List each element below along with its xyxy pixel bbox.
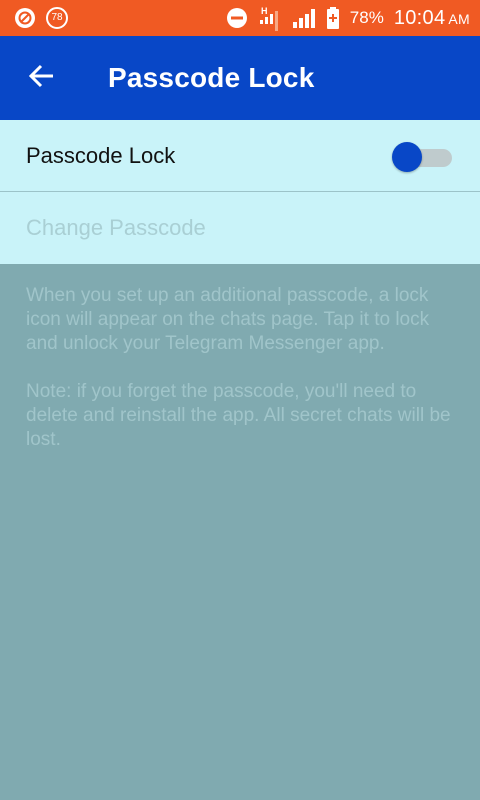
settings-list: Passcode Lock Change Passcode bbox=[0, 120, 480, 264]
status-bar-left: 78 bbox=[14, 7, 68, 29]
passcode-info: When you set up an additional passcode, … bbox=[26, 284, 456, 476]
shield-icon bbox=[14, 7, 36, 29]
clock: 10:04 AM bbox=[394, 7, 470, 30]
battery-icon bbox=[326, 7, 340, 29]
battery-percent: 78% bbox=[349, 8, 384, 27]
do-not-disturb-icon bbox=[226, 7, 248, 29]
status-bar: 78 H 78% 10:04 AM bbox=[0, 0, 480, 36]
clock-time: 10:04 bbox=[393, 6, 446, 29]
arrow-left-icon bbox=[28, 62, 56, 95]
passcode-lock-row[interactable]: Passcode Lock bbox=[0, 120, 480, 192]
status-bar-right: H 78% 10:04 AM bbox=[226, 5, 470, 31]
info-paragraph-1: When you set up an additional passcode, … bbox=[26, 285, 430, 354]
passcode-lock-label: Passcode Lock bbox=[26, 142, 176, 168]
toggle-thumb bbox=[392, 141, 422, 172]
clock-ampm: AM bbox=[448, 10, 470, 27]
info-paragraph-2: Note: if you forget the passcode, you'll… bbox=[26, 381, 451, 450]
notification-count-badge: 78 bbox=[46, 7, 68, 29]
change-passcode-label: Change Passcode bbox=[26, 215, 206, 240]
page-title: Passcode Lock bbox=[108, 62, 315, 93]
app-bar: Passcode Lock bbox=[0, 36, 480, 120]
back-button[interactable] bbox=[14, 50, 70, 106]
change-passcode-row[interactable]: Change Passcode bbox=[0, 192, 480, 264]
signal-icon bbox=[292, 7, 316, 29]
passcode-lock-toggle[interactable] bbox=[392, 141, 454, 172]
svg-text:H: H bbox=[261, 6, 268, 16]
network-data-icon: H bbox=[258, 5, 282, 31]
